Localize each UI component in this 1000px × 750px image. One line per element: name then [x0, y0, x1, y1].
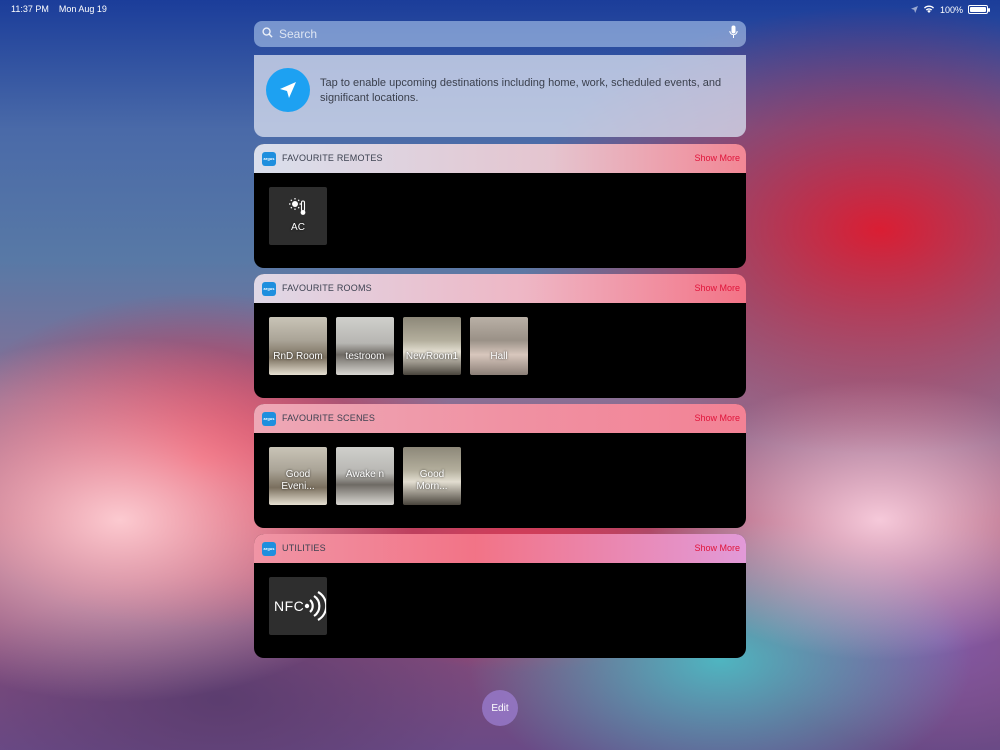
battery-percent: 100%	[939, 4, 963, 15]
status-date: Mon Aug 19	[58, 4, 107, 14]
widget-header: argus UTILITIES Show More	[254, 534, 746, 563]
widget-header: argus FAVOURITE ROOMS Show More	[254, 274, 746, 303]
app-icon: argus	[262, 542, 276, 556]
widget-title: FAVOURITE REMOTES	[282, 153, 383, 163]
scene-tile-label: Good Eveni...	[281, 469, 315, 492]
show-more-button[interactable]: Show More	[694, 543, 740, 553]
widget-utilities: argus UTILITIES Show More NFC	[254, 534, 746, 658]
widget-favourite-remotes: argus FAVOURITE REMOTES Show More AC	[254, 144, 746, 268]
scene-tile-awake-n[interactable]: Awake n	[336, 447, 394, 505]
location-widget-text: Tap to enable upcoming destinations incl…	[320, 77, 722, 104]
room-thumbnail	[269, 317, 327, 375]
room-tile-rnd-room[interactable]: RnD Room	[269, 317, 327, 375]
room-tile-testroom[interactable]: testroom	[336, 317, 394, 375]
status-bar: 11:37 PM Mon Aug 19 100%	[0, 0, 1000, 20]
remote-tile-ac[interactable]: AC	[269, 187, 327, 245]
app-icon: argus	[262, 152, 276, 166]
search-bar[interactable]: Search	[254, 21, 746, 47]
room-tile-label: NewRoom1	[405, 351, 459, 362]
widget-header: argus FAVOURITE REMOTES Show More	[254, 144, 746, 173]
nfc-label: NFC	[274, 598, 305, 614]
ac-icon	[288, 197, 308, 222]
wifi-icon	[923, 4, 935, 15]
app-icon: argus	[262, 412, 276, 426]
widget-title: UTILITIES	[282, 543, 326, 553]
room-tile-label: testroom	[345, 351, 385, 362]
app-icon: argus	[262, 282, 276, 296]
remote-tile-label: AC	[291, 222, 305, 233]
location-arrow-icon	[910, 5, 918, 15]
widget-header: argus FAVOURITE SCENES Show More	[254, 404, 746, 433]
microphone-icon[interactable]	[729, 25, 738, 44]
edit-button[interactable]: Edit	[482, 690, 518, 726]
search-icon	[262, 25, 273, 43]
search-input[interactable]: Search	[279, 27, 729, 41]
room-tile-label: RnD Room	[273, 351, 323, 362]
room-tile-newroom1[interactable]: NewRoom1	[403, 317, 461, 375]
room-tile-hall[interactable]: Hall	[470, 317, 528, 375]
show-more-button[interactable]: Show More	[694, 283, 740, 293]
battery-icon	[968, 5, 990, 14]
utility-tile-nfc[interactable]: NFC	[269, 577, 327, 635]
location-widget[interactable]: Tap to enable upcoming destinations incl…	[254, 55, 746, 137]
edit-button-label: Edit	[491, 702, 509, 714]
room-thumbnail	[336, 317, 394, 375]
widget-favourite-rooms: argus FAVOURITE ROOMS Show More RnD Room…	[254, 274, 746, 398]
scene-tile-label: Good Morn...	[416, 469, 448, 492]
show-more-button[interactable]: Show More	[694, 153, 740, 163]
show-more-button[interactable]: Show More	[694, 413, 740, 423]
status-time: 11:37 PM	[11, 4, 49, 14]
widget-title: FAVOURITE SCENES	[282, 413, 376, 423]
scene-tile-label: Awake n	[345, 469, 385, 480]
room-thumbnail	[470, 317, 528, 375]
room-thumbnail	[403, 317, 461, 375]
scene-tile-good-morning[interactable]: Good Morn...	[403, 447, 461, 505]
widget-favourite-scenes: argus FAVOURITE SCENES Show More Good Ev…	[254, 404, 746, 528]
navigation-arrow-icon	[266, 68, 310, 112]
room-tile-label: Hall	[490, 351, 508, 362]
nfc-icon: NFC	[274, 590, 327, 622]
scene-tile-good-evening[interactable]: Good Eveni...	[269, 447, 327, 505]
widget-title: FAVOURITE ROOMS	[282, 283, 372, 293]
